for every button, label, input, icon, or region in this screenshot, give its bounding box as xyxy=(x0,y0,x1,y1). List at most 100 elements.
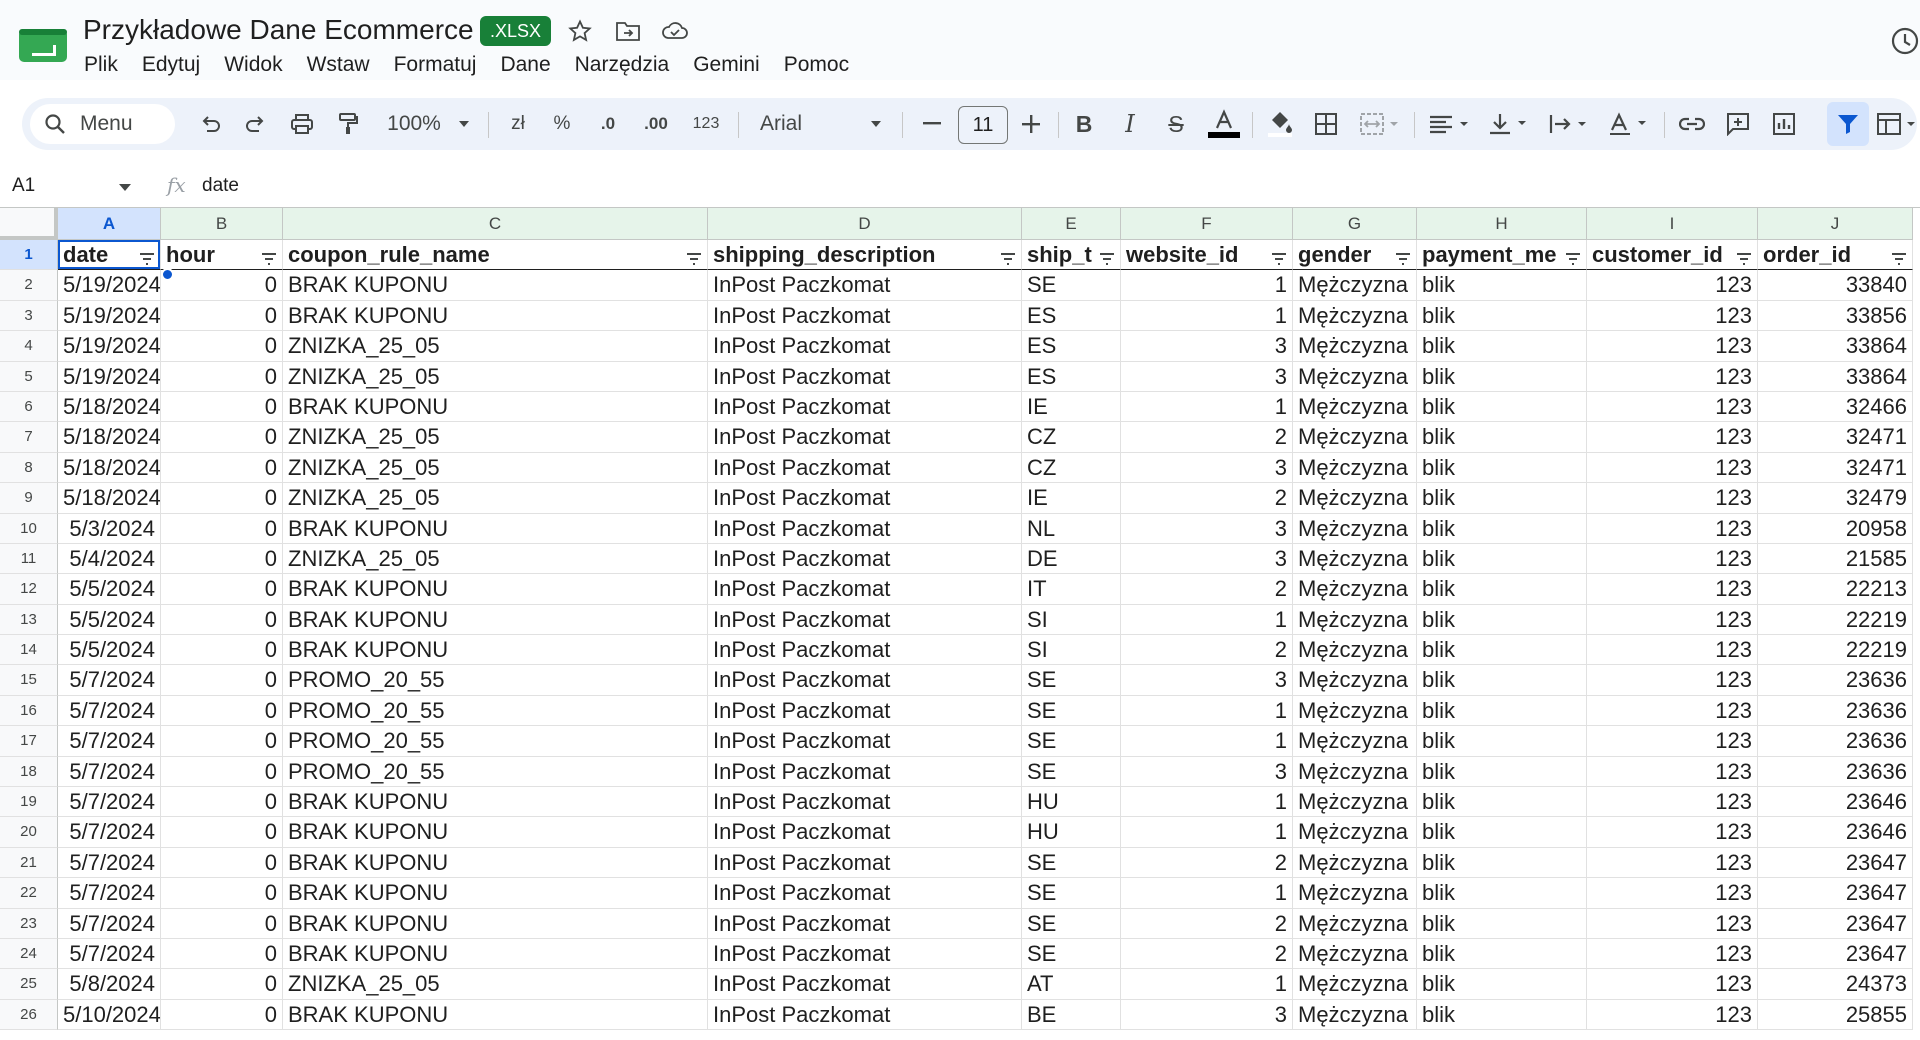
cell-payment-method[interactable]: blik xyxy=(1417,665,1587,696)
cell-payment-method[interactable]: blik xyxy=(1417,878,1587,909)
cell-shipping-description[interactable]: InPost Paczkomat xyxy=(708,908,1022,939)
text-rotation-icon[interactable] xyxy=(1602,98,1658,150)
cell-date[interactable]: 5/18/2024 xyxy=(58,483,161,514)
print-icon[interactable] xyxy=(284,98,320,150)
cell-ship-to[interactable]: SI xyxy=(1022,635,1121,666)
redo-icon[interactable] xyxy=(238,98,274,150)
cell-date[interactable]: 5/7/2024 xyxy=(58,908,161,939)
row-header[interactable]: 10 xyxy=(0,513,58,544)
cell-ship-to[interactable]: BE xyxy=(1022,999,1121,1031)
cell-order-id[interactable]: 33864 xyxy=(1758,361,1913,392)
file-format-badge[interactable]: .XLSX xyxy=(480,16,552,46)
cell-payment-method[interactable]: blik xyxy=(1417,604,1587,636)
cell-order-id[interactable]: 32466 xyxy=(1758,391,1913,423)
font-size-input[interactable]: 11 xyxy=(958,106,1008,144)
text-color-icon[interactable] xyxy=(1204,98,1244,150)
cell-coupon-rule-name[interactable]: ZNIZKA_25_05 xyxy=(283,483,708,514)
cell-ship-to[interactable]: SE xyxy=(1022,878,1121,909)
cell-payment-method[interactable]: blik xyxy=(1417,756,1587,788)
header-cell-date[interactable]: date xyxy=(58,240,161,271)
cell-coupon-rule-name[interactable]: BRAK KUPONU xyxy=(283,847,708,879)
cell-shipping-description[interactable]: InPost Paczkomat xyxy=(708,847,1022,879)
row-header[interactable]: 3 xyxy=(0,300,58,332)
cell-hour[interactable]: 0 xyxy=(161,756,283,788)
cell-ship-to[interactable]: DE xyxy=(1022,543,1121,575)
bold-icon[interactable]: B xyxy=(1066,98,1102,150)
cell-shipping-description[interactable]: InPost Paczkomat xyxy=(708,483,1022,514)
row-header[interactable]: 21 xyxy=(0,847,58,879)
cell-coupon-rule-name[interactable]: BRAK KUPONU xyxy=(283,938,708,970)
chevron-down-icon[interactable] xyxy=(864,98,888,150)
cell-gender[interactable]: Mężczyzna xyxy=(1293,300,1417,332)
select-all-corner[interactable] xyxy=(0,208,58,240)
cell-hour[interactable]: 0 xyxy=(161,908,283,939)
cell-ship-to[interactable]: IE xyxy=(1022,391,1121,423)
cell-coupon-rule-name[interactable]: ZNIZKA_25_05 xyxy=(283,543,708,575)
cell-order-id[interactable]: 23636 xyxy=(1758,756,1913,788)
cell-payment-method[interactable]: blik xyxy=(1417,726,1587,757)
cell-payment-method[interactable]: blik xyxy=(1417,270,1587,301)
cell-hour[interactable]: 0 xyxy=(161,787,283,818)
cell-coupon-rule-name[interactable]: ZNIZKA_25_05 xyxy=(283,361,708,392)
column-header-j[interactable]: J xyxy=(1758,208,1913,240)
cell-customer-id[interactable]: 123 xyxy=(1587,361,1758,392)
cell-coupon-rule-name[interactable]: PROMO_20_55 xyxy=(283,756,708,788)
menu-edit[interactable]: Edytuj xyxy=(130,50,212,80)
cell-website-id[interactable]: 2 xyxy=(1121,938,1293,970)
cell-customer-id[interactable]: 123 xyxy=(1587,969,1758,1000)
cell-date[interactable]: 5/7/2024 xyxy=(58,847,161,879)
cell-customer-id[interactable]: 123 xyxy=(1587,300,1758,332)
row-header[interactable]: 1 xyxy=(0,240,58,271)
cell-ship-to[interactable]: HU xyxy=(1022,787,1121,818)
header-cell-ship-to[interactable]: ship_t xyxy=(1022,240,1121,271)
cell-hour[interactable]: 0 xyxy=(161,665,283,696)
cell-customer-id[interactable]: 123 xyxy=(1587,270,1758,301)
document-title[interactable]: Przykładowe Dane Ecommerce xyxy=(83,14,474,46)
vertical-align-icon[interactable] xyxy=(1482,98,1538,150)
cell-gender[interactable]: Mężczyzna xyxy=(1293,817,1417,848)
cell-shipping-description[interactable]: InPost Paczkomat xyxy=(708,787,1022,818)
cell-payment-method[interactable]: blik xyxy=(1417,483,1587,514)
decrease-font-size-icon[interactable] xyxy=(914,98,950,150)
cell-ship-to[interactable]: SE xyxy=(1022,665,1121,696)
cell-shipping-description[interactable]: InPost Paczkomat xyxy=(708,513,1022,544)
cell-order-id[interactable]: 23647 xyxy=(1758,878,1913,909)
column-header-d[interactable]: D xyxy=(708,208,1022,240)
borders-icon[interactable] xyxy=(1308,98,1344,150)
row-header[interactable]: 16 xyxy=(0,695,58,727)
cell-order-id[interactable]: 22219 xyxy=(1758,604,1913,636)
row-header[interactable]: 20 xyxy=(0,817,58,848)
column-header-i[interactable]: I xyxy=(1587,208,1758,240)
cell-order-id[interactable]: 33840 xyxy=(1758,270,1913,301)
number-format-button[interactable]: 123 xyxy=(684,98,728,150)
cell-shipping-description[interactable]: InPost Paczkomat xyxy=(708,817,1022,848)
cell-coupon-rule-name[interactable]: ZNIZKA_25_05 xyxy=(283,331,708,362)
cell-date[interactable]: 5/7/2024 xyxy=(58,817,161,848)
cell-website-id[interactable]: 2 xyxy=(1121,422,1293,453)
cell-ship-to[interactable]: ES xyxy=(1022,331,1121,362)
merge-cells-icon[interactable] xyxy=(1354,98,1406,150)
cell-coupon-rule-name[interactable]: ZNIZKA_25_05 xyxy=(283,452,708,484)
cell-order-id[interactable]: 32471 xyxy=(1758,452,1913,484)
cell-website-id[interactable]: 3 xyxy=(1121,513,1293,544)
cell-website-id[interactable]: 1 xyxy=(1121,270,1293,301)
cell-shipping-description[interactable]: InPost Paczkomat xyxy=(708,726,1022,757)
percent-format-button[interactable]: % xyxy=(544,98,580,150)
cell-ship-to[interactable]: ES xyxy=(1022,300,1121,332)
row-header[interactable]: 14 xyxy=(0,635,58,666)
cell-hour[interactable]: 0 xyxy=(161,270,283,301)
cell-ship-to[interactable]: SE xyxy=(1022,726,1121,757)
row-header[interactable]: 2 xyxy=(0,270,58,301)
menu-file[interactable]: Plik xyxy=(72,50,130,80)
cell-payment-method[interactable]: blik xyxy=(1417,513,1587,544)
cell-gender[interactable]: Mężczyzna xyxy=(1293,756,1417,788)
cell-order-id[interactable]: 24373 xyxy=(1758,969,1913,1000)
cell-date[interactable]: 5/5/2024 xyxy=(58,635,161,666)
cell-gender[interactable]: Mężczyzna xyxy=(1293,483,1417,514)
cell-gender[interactable]: Mężczyzna xyxy=(1293,787,1417,818)
increase-font-size-icon[interactable] xyxy=(1013,98,1049,150)
cell-customer-id[interactable]: 123 xyxy=(1587,635,1758,666)
cell-shipping-description[interactable]: InPost Paczkomat xyxy=(708,756,1022,788)
cell-website-id[interactable]: 3 xyxy=(1121,331,1293,362)
cell-date[interactable]: 5/4/2024 xyxy=(58,543,161,575)
